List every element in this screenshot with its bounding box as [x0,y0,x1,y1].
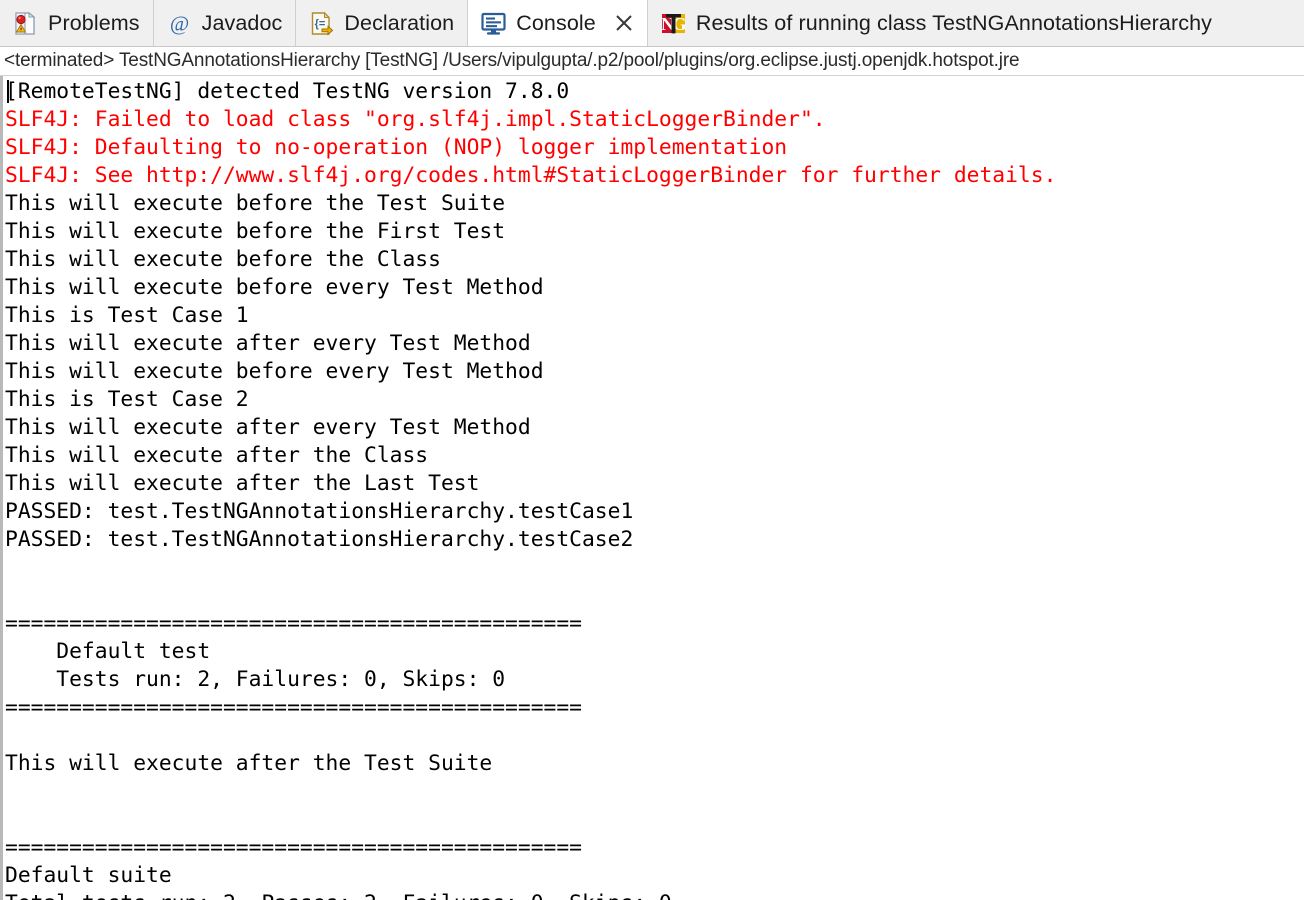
console-line: [RemoteTestNG] detected TestNG version 7… [5,79,570,104]
console-line: This will execute before the First Test [5,219,506,244]
tab-javadoc[interactable]: @ Javadoc [153,0,297,46]
console-icon [480,10,507,37]
console-line: SLF4J: Defaulting to no-operation (NOP) … [5,135,788,160]
console-line: This will execute after the Test Suite [5,751,493,776]
problems-icon [12,10,39,37]
launch-configuration-text: <terminated> TestNGAnnotationsHierarchy … [4,50,1020,71]
console-line: ========================================… [5,835,582,860]
console-line: This is Test Case 1 [5,303,249,328]
console-line: This will execute before the Test Suite [5,191,506,216]
tab-testng-results[interactable]: N G Results of running class TestNGAnnot… [647,0,1304,46]
close-icon[interactable] [614,13,634,33]
tab-declaration[interactable]: {= Declaration [296,0,469,46]
console-line: This will execute before the Class [5,247,441,272]
svg-text:{=: {= [315,18,326,30]
console-output-panel[interactable]: [RemoteTestNG] detected TestNG version 7… [0,76,1304,900]
console-line: This will execute before every Test Meth… [5,359,544,384]
declaration-icon: {= [308,10,335,37]
console-line: Default suite [5,863,172,888]
tab-label-problems: Problems [48,10,140,35]
tab-problems[interactable]: Problems [0,0,154,46]
console-line: ========================================… [5,695,582,720]
tab-label-testng-results: Results of running class TestNGAnnotatio… [695,10,1213,35]
text-caret [7,80,9,103]
tab-label-declaration: Declaration [344,10,455,35]
view-tab-bar: Problems @ Javadoc {= Declaration Consol… [0,0,1304,47]
console-line: PASSED: test.TestNGAnnotationsHierarchy.… [5,527,634,552]
tab-label-javadoc: Javadoc [201,10,283,35]
svg-text:@: @ [169,11,188,35]
tab-label-console: Console [516,10,596,35]
console-line: Default test [5,639,211,664]
testng-icon: N G [660,10,687,37]
console-line: ========================================… [5,611,582,636]
at-sign-icon: @ [166,10,193,37]
console-line: This will execute after every Test Metho… [5,415,531,440]
console-line: This will execute after the Class [5,443,429,468]
console-text[interactable]: [RemoteTestNG] detected TestNG version 7… [3,76,1304,900]
launch-configuration-line: <terminated> TestNGAnnotationsHierarchy … [0,47,1304,76]
console-line: This is Test Case 2 [5,387,249,412]
console-line: Total tests run: 2, Passes: 2, Failures:… [5,890,1304,900]
console-line: This will execute before every Test Meth… [5,275,544,300]
console-line: SLF4J: Failed to load class "org.slf4j.i… [5,107,826,132]
console-line: This will execute after the Last Test [5,471,480,496]
tab-console[interactable]: Console [467,0,648,46]
console-line: SLF4J: See http://www.slf4j.org/codes.ht… [5,163,1057,188]
console-line: PASSED: test.TestNGAnnotationsHierarchy.… [5,499,634,524]
console-line: Tests run: 2, Failures: 0, Skips: 0 [5,667,506,692]
console-line: This will execute after every Test Metho… [5,331,531,356]
